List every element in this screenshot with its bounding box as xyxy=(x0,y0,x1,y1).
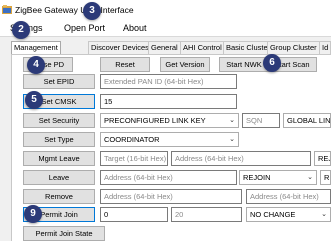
menu-open-port[interactable]: Open Port xyxy=(64,23,105,33)
tab-id[interactable]: Id xyxy=(319,41,331,54)
tab-group-cluster[interactable]: Group Cluster xyxy=(267,41,320,54)
menu-about[interactable]: About xyxy=(123,23,147,33)
tab-basic-cluster[interactable]: Basic Cluster xyxy=(223,41,274,54)
security-key-type-value: PRECONFIGURED LINK KEY xyxy=(104,116,206,125)
leave-button[interactable]: Leave xyxy=(23,170,95,185)
step-badge-5: 5 xyxy=(25,91,43,109)
cmsk-input[interactable]: 15 xyxy=(100,94,237,109)
device-type-value: COORDINATOR xyxy=(104,135,160,144)
get-version-button[interactable]: Get Version xyxy=(160,57,210,72)
tab-discover-devices[interactable]: Discover Devices xyxy=(88,41,152,54)
mgmt-leave-target-input[interactable]: Target (16-bit Hex) xyxy=(100,151,168,166)
permit-join-state-button[interactable]: Permit Join State xyxy=(23,226,105,241)
tab-ahi-control[interactable]: AHI Control xyxy=(180,41,225,54)
remove-button[interactable]: Remove xyxy=(23,189,95,204)
menu-bar: Settings Open Port About xyxy=(0,20,331,35)
step-badge-6: 6 xyxy=(263,54,281,72)
mgmt-leave-address-input[interactable]: Address (64-bit Hex) xyxy=(171,151,311,166)
step-badge-4: 4 xyxy=(27,56,45,74)
chevron-down-icon: ⌄ xyxy=(229,136,235,143)
tab-management[interactable]: Management xyxy=(11,41,61,55)
chevron-down-icon: ⌄ xyxy=(321,211,327,218)
set-security-button[interactable]: Set Security xyxy=(23,113,95,128)
permit-join-target-input[interactable]: 0 xyxy=(100,207,168,222)
start-nwk-button[interactable]: Start NWK xyxy=(219,57,269,72)
leave-rejoin-select[interactable]: REJOIN ⌄ xyxy=(239,170,317,185)
epid-input[interactable]: Extended PAN ID (64-bit Hex) xyxy=(100,74,237,89)
chevron-down-icon: ⌄ xyxy=(229,117,235,124)
tab-general[interactable]: General xyxy=(148,41,181,54)
leave-remove-children-value: R xyxy=(324,173,330,182)
reset-button[interactable]: Reset xyxy=(100,57,150,72)
device-type-select[interactable]: COORDINATOR ⌄ xyxy=(100,132,239,147)
step-badge-2: 2 xyxy=(12,21,30,39)
remove-parent-address-input[interactable]: Address (64-bit Hex) xyxy=(100,189,242,204)
sqn-input[interactable]: SQN xyxy=(242,113,280,128)
leave-remove-children-select[interactable]: R xyxy=(320,170,331,185)
global-link-key-select[interactable]: GLOBAL LINK xyxy=(283,113,331,128)
title-bar: ZigBee Gateway User Interface xyxy=(0,0,331,19)
set-type-button[interactable]: Set Type xyxy=(23,132,95,147)
permit-join-tc-significance-select[interactable]: NO CHANGE ⌄ xyxy=(246,207,331,222)
set-epid-button[interactable]: Set EPID xyxy=(23,74,95,89)
mgmt-leave-rejoin-select[interactable]: REJOI xyxy=(314,151,331,166)
window-title: ZigBee Gateway User Interface xyxy=(15,5,134,15)
step-badge-3: 3 xyxy=(83,2,101,20)
permit-join-duration-input[interactable]: 20 xyxy=(171,207,242,222)
remove-child-address-input[interactable]: Address (64-bit Hex) xyxy=(246,189,331,204)
leave-rejoin-value: REJOIN xyxy=(243,173,271,182)
security-key-type-select[interactable]: PRECONFIGURED LINK KEY ⌄ xyxy=(100,113,239,128)
mgmt-leave-button[interactable]: Mgmt Leave xyxy=(23,151,95,166)
leave-address-input[interactable]: Address (64-bit Hex) xyxy=(100,170,237,185)
chevron-down-icon: ⌄ xyxy=(307,174,313,181)
app-icon xyxy=(2,5,12,14)
permit-join-tc-value: NO CHANGE xyxy=(250,210,296,219)
tab-strip: Management Discover Devices General AHI … xyxy=(11,41,331,55)
step-badge-9: 9 xyxy=(24,205,42,223)
